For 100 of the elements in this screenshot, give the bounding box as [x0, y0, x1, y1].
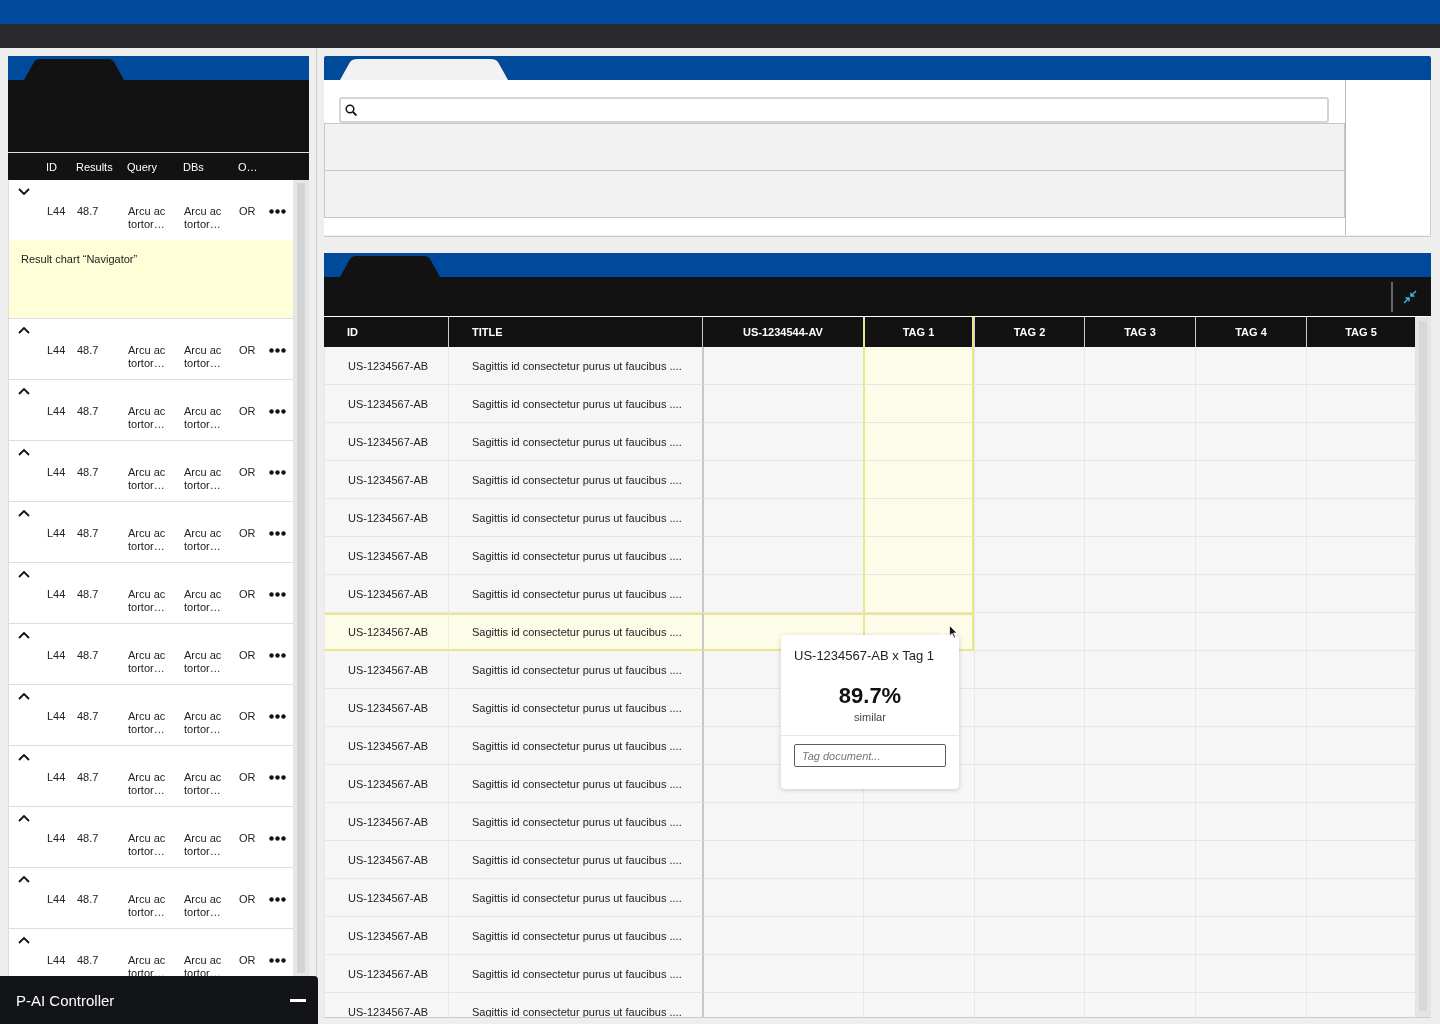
empty-row[interactable] — [324, 170, 1345, 218]
more-icon[interactable] — [269, 470, 286, 475]
more-icon[interactable] — [269, 714, 286, 719]
table-cell[interactable]: Sagittis id consectetur purus ut faucibus .... — [448, 347, 702, 385]
table-cell[interactable]: Sagittis id consectetur purus ut faucibus .... — [448, 651, 702, 689]
highlighted-cell[interactable] — [863, 499, 974, 537]
column-header[interactable]: TAG 2 — [974, 317, 1084, 347]
table-cell[interactable] — [974, 651, 1084, 689]
table-cell[interactable]: US-1234567-AB — [324, 879, 448, 917]
table-cell[interactable]: Sagittis id consectetur purus ut faucibus .... — [448, 461, 702, 499]
column-header[interactable]: TAG 1 — [863, 317, 974, 347]
empty-row[interactable] — [324, 123, 1345, 170]
table-cell[interactable]: US-1234567-AB — [324, 765, 448, 803]
highlighted-cell[interactable] — [863, 537, 974, 575]
chevron-up-icon[interactable] — [17, 508, 31, 519]
chevron-up-icon[interactable] — [17, 691, 31, 702]
scrollbar[interactable] — [293, 180, 309, 976]
table-cell[interactable] — [974, 347, 1084, 385]
table-cell[interactable]: US-1234567-AB — [324, 993, 448, 1017]
chevron-up-icon[interactable] — [17, 874, 31, 885]
table-cell[interactable]: Sagittis id consectetur purus ut faucibus .... — [448, 689, 702, 727]
table-cell[interactable]: Sagittis id consectetur purus ut faucibus .... — [448, 993, 702, 1017]
table-cell[interactable]: US-1234567-AB — [324, 613, 448, 651]
table-cell[interactable]: US-1234567-AB — [324, 499, 448, 537]
table-cell[interactable] — [702, 879, 863, 917]
column-header[interactable]: Results — [76, 161, 113, 173]
table-cell[interactable]: US-1234567-AB — [324, 803, 448, 841]
chevron-down-icon[interactable] — [17, 186, 31, 197]
chevron-up-icon[interactable] — [17, 569, 31, 580]
table-cell[interactable] — [974, 461, 1084, 499]
column-header[interactable]: TAG 4 — [1195, 317, 1306, 347]
table-cell[interactable]: US-1234567-AB — [324, 537, 448, 575]
column-header[interactable]: TITLE — [448, 317, 702, 347]
table-cell[interactable] — [702, 841, 863, 879]
chevron-up-icon[interactable] — [17, 813, 31, 824]
column-header[interactable]: TAG 5 — [1306, 317, 1415, 347]
column-header[interactable]: ID — [324, 317, 448, 347]
table-cell[interactable]: US-1234567-AB — [324, 423, 448, 461]
table-cell[interactable]: US-1234567-AB — [324, 385, 448, 423]
search-field[interactable] — [339, 97, 1329, 123]
collapse-icon[interactable] — [1403, 289, 1417, 304]
table-cell[interactable]: US-1234567-AB — [324, 727, 448, 765]
table-cell[interactable]: Sagittis id consectetur purus ut faucibus .... — [448, 613, 702, 651]
table-cell[interactable] — [974, 385, 1084, 423]
highlighted-cell[interactable] — [863, 347, 974, 385]
highlighted-cell[interactable] — [863, 575, 974, 613]
highlighted-cell[interactable] — [863, 385, 974, 423]
column-header[interactable]: TAG 3 — [1084, 317, 1195, 347]
table-cell[interactable]: Sagittis id consectetur purus ut faucibus .... — [448, 385, 702, 423]
table-cell[interactable]: Sagittis id consectetur purus ut faucibus .... — [448, 765, 702, 803]
more-icon[interactable] — [269, 775, 286, 780]
table-cell[interactable] — [1084, 347, 1195, 385]
table-cell[interactable]: Sagittis id consectetur purus ut faucibus .... — [448, 499, 702, 537]
chevron-up-icon[interactable] — [17, 325, 31, 336]
table-cell[interactable]: Sagittis id consectetur purus ut faucibus .... — [448, 423, 702, 461]
chevron-up-icon[interactable] — [17, 386, 31, 397]
table-cell[interactable] — [974, 537, 1084, 575]
table-cell[interactable]: Sagittis id consectetur purus ut faucibus .... — [448, 537, 702, 575]
table-cell[interactable]: US-1234567-AB — [324, 841, 448, 879]
chevron-up-icon[interactable] — [17, 630, 31, 641]
table-cell[interactable]: US-1234567-AB — [324, 461, 448, 499]
table-cell[interactable]: US-1234567-AB — [324, 689, 448, 727]
table-cell[interactable] — [974, 575, 1084, 613]
column-header[interactable]: ID — [46, 161, 57, 173]
table-cell[interactable]: US-1234567-AB — [324, 347, 448, 385]
table-cell[interactable]: Sagittis id consectetur purus ut faucibus .... — [448, 727, 702, 765]
more-icon[interactable] — [269, 531, 286, 536]
more-icon[interactable] — [269, 592, 286, 597]
table-cell[interactable]: Sagittis id consectetur purus ut faucibus .... — [448, 803, 702, 841]
table-cell[interactable] — [702, 955, 863, 993]
table-cell[interactable] — [702, 803, 863, 841]
minimize-icon[interactable] — [290, 998, 306, 1002]
more-icon[interactable] — [269, 897, 286, 902]
column-header[interactable]: O… — [238, 161, 258, 173]
tag-input-field[interactable]: Tag document... — [794, 744, 946, 767]
table-cell[interactable] — [974, 613, 1084, 651]
table-cell[interactable]: Sagittis id consectetur purus ut faucibus .... — [448, 841, 702, 879]
more-icon[interactable] — [269, 409, 286, 414]
panel-tab[interactable] — [340, 59, 508, 80]
column-header[interactable]: Query — [127, 161, 175, 173]
chevron-up-icon[interactable] — [17, 935, 31, 946]
chevron-up-icon[interactable] — [17, 447, 31, 458]
more-icon[interactable] — [269, 653, 286, 658]
column-header[interactable]: DBs — [183, 161, 231, 173]
table-cell[interactable] — [1195, 347, 1306, 385]
more-icon[interactable] — [269, 348, 286, 353]
table-cell[interactable]: US-1234567-AB — [324, 955, 448, 993]
table-cell[interactable]: US-1234567-AB — [324, 651, 448, 689]
table-cell[interactable] — [702, 917, 863, 955]
more-icon[interactable] — [269, 836, 286, 841]
table-cell[interactable]: Sagittis id consectetur purus ut faucibus .... — [448, 955, 702, 993]
more-icon[interactable] — [269, 209, 286, 214]
table-cell[interactable]: Sagittis id consectetur purus ut faucibus .... — [448, 879, 702, 917]
highlighted-cell[interactable] — [863, 423, 974, 461]
table-cell[interactable]: Sagittis id consectetur purus ut faucibus .... — [448, 917, 702, 955]
column-header[interactable]: US-1234544-AV — [702, 317, 863, 347]
more-icon[interactable] — [269, 958, 286, 963]
highlighted-cell[interactable] — [863, 461, 974, 499]
table-cell[interactable] — [974, 499, 1084, 537]
table-cell[interactable]: US-1234567-AB — [324, 917, 448, 955]
